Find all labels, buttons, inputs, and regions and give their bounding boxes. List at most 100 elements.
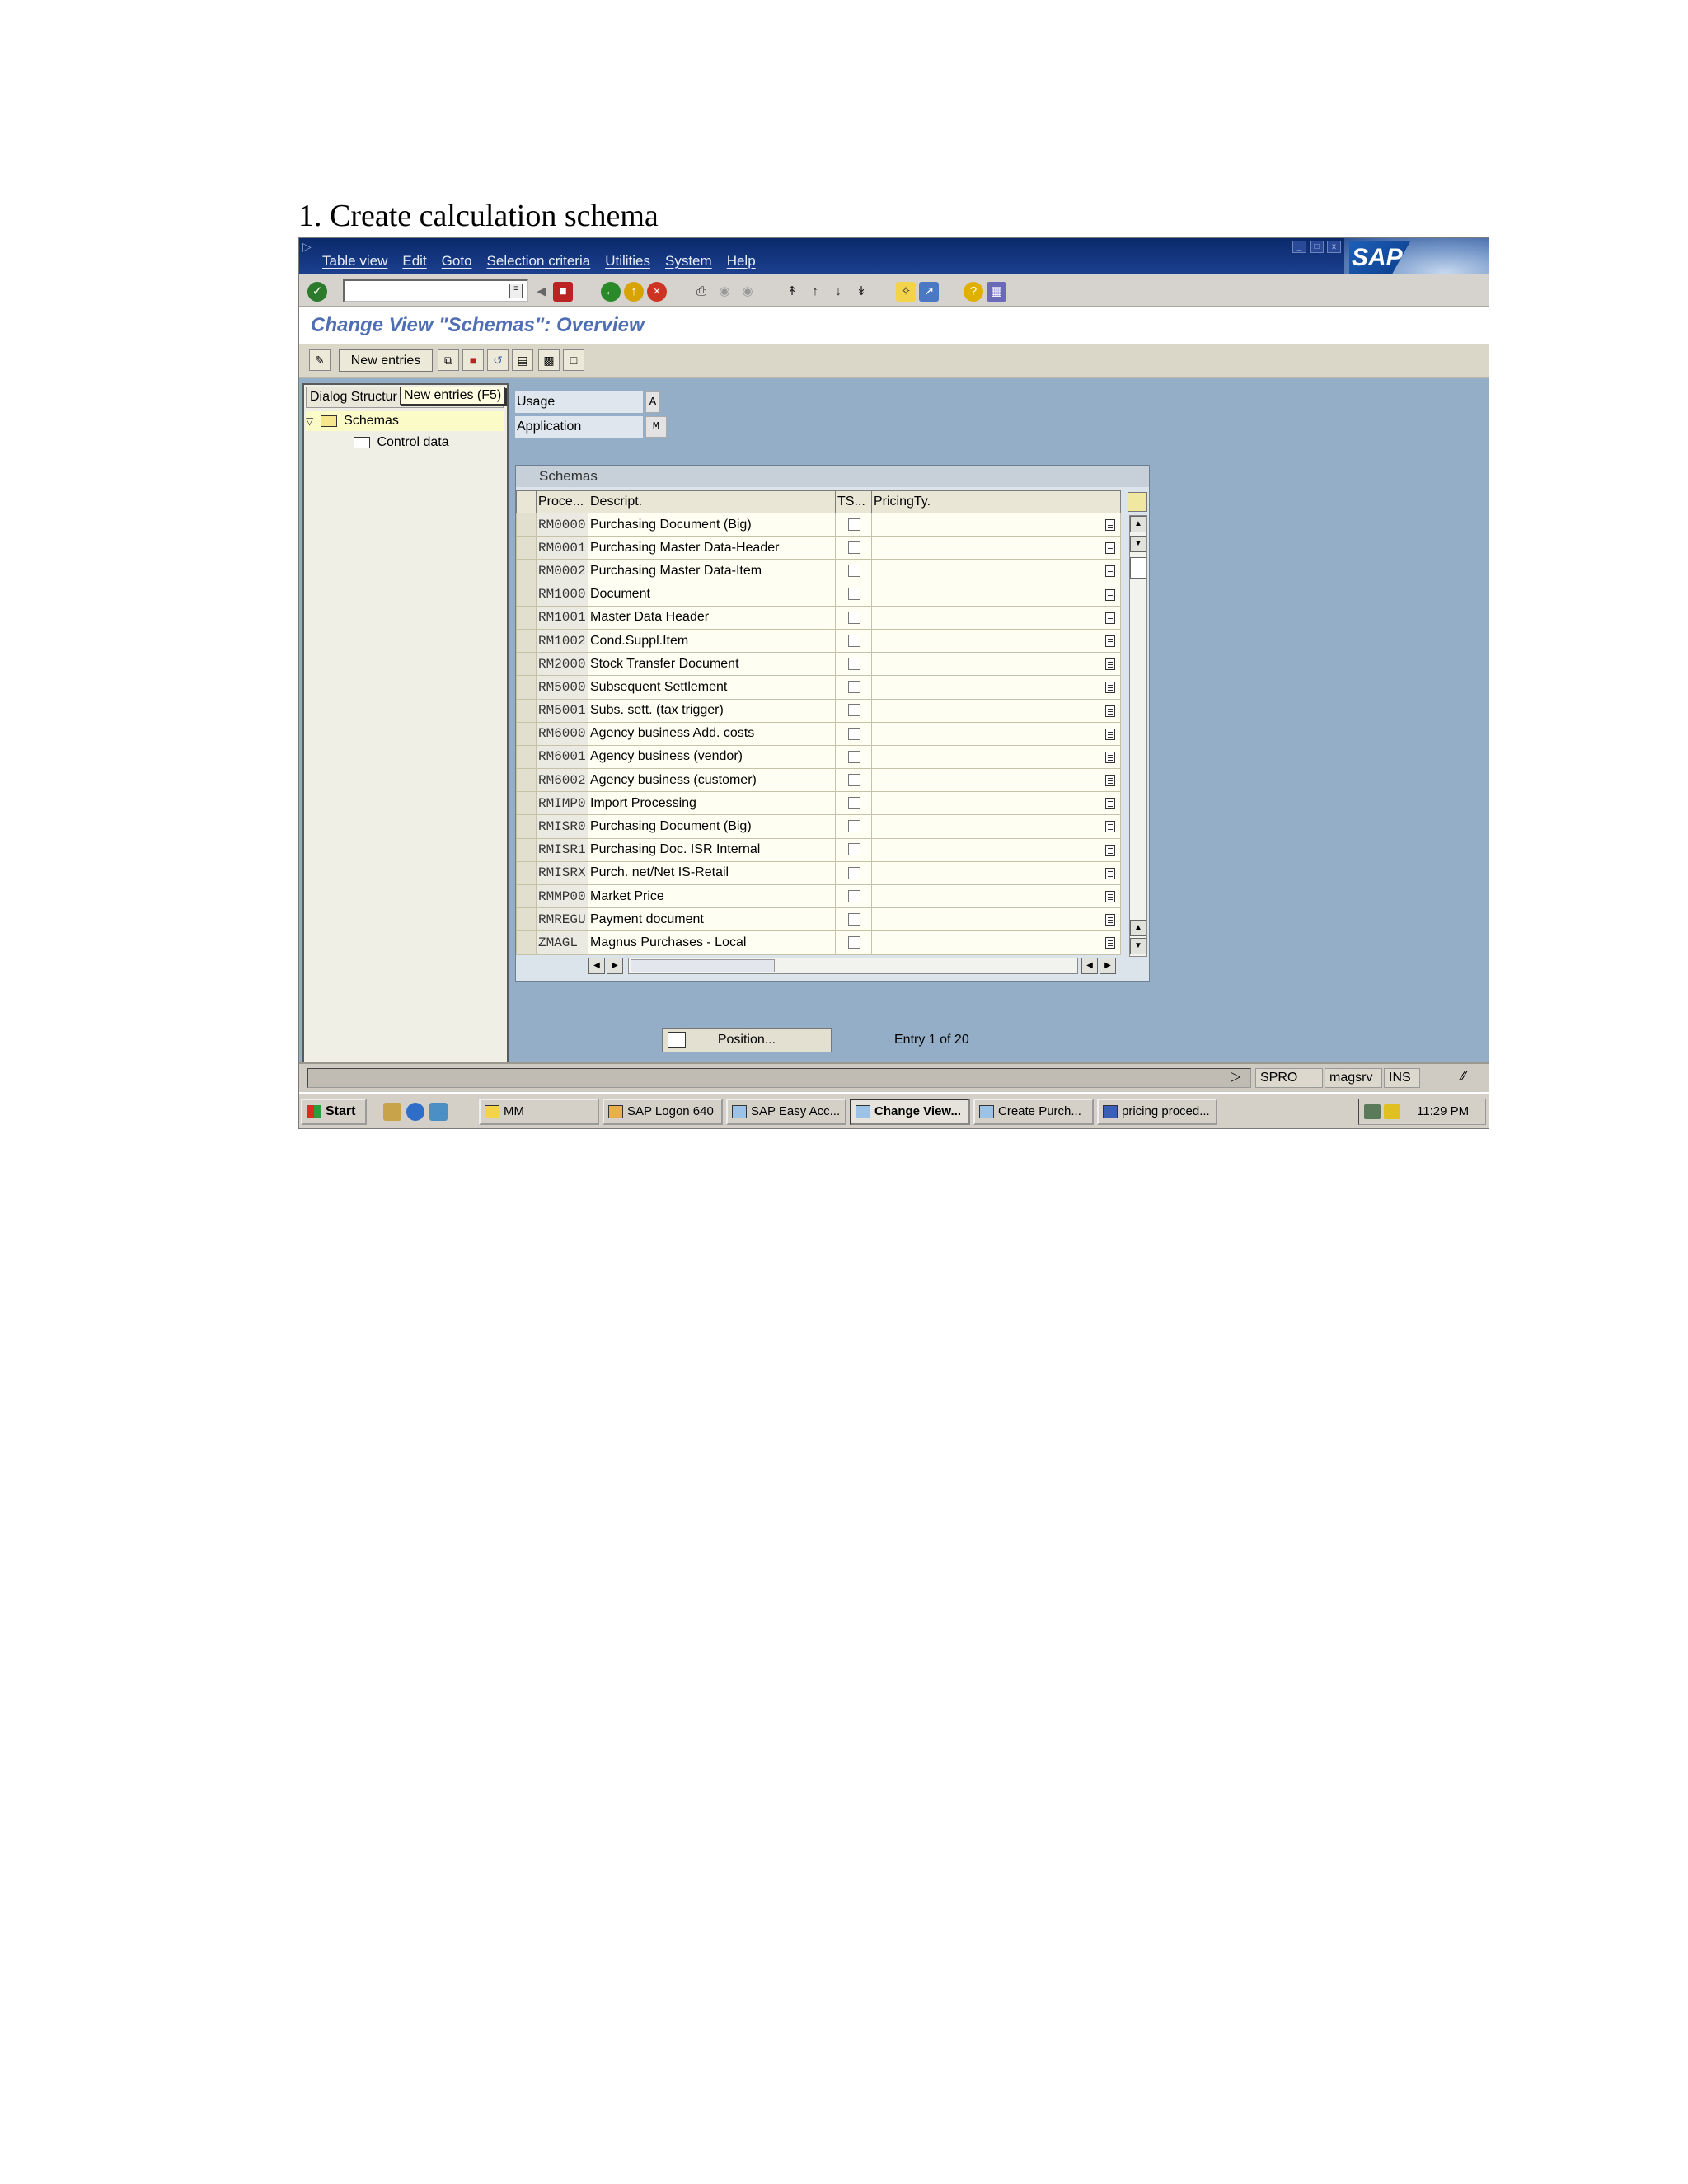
ts-cell[interactable] bbox=[835, 721, 872, 746]
table-row[interactable]: RMISR0 Purchasing Document (Big) bbox=[516, 814, 1121, 839]
procedure-cell[interactable]: RMREGU bbox=[536, 907, 588, 932]
column-header-ts[interactable]: TS... bbox=[835, 490, 872, 513]
ts-cell[interactable] bbox=[835, 883, 872, 909]
outlook-icon[interactable] bbox=[429, 1103, 448, 1121]
pricing-type-cell[interactable] bbox=[871, 582, 1121, 607]
ts-cell[interactable] bbox=[835, 814, 872, 839]
description-cell[interactable]: Agency business (customer) bbox=[588, 768, 836, 793]
table-row[interactable]: RMMP00 Market Price bbox=[516, 883, 1121, 909]
ts-checkbox[interactable] bbox=[848, 588, 860, 601]
ts-checkbox[interactable] bbox=[848, 634, 860, 647]
find-next-icon[interactable]: ◉ bbox=[738, 282, 757, 302]
ts-cell[interactable] bbox=[835, 512, 872, 537]
ts-checkbox[interactable] bbox=[848, 866, 860, 879]
ts-cell[interactable] bbox=[835, 652, 872, 677]
row-selector[interactable] bbox=[516, 582, 537, 607]
description-cell[interactable]: Payment document bbox=[588, 907, 836, 932]
scroll-right-end-icon[interactable]: ▶ bbox=[1100, 958, 1116, 974]
ts-checkbox[interactable] bbox=[848, 843, 860, 856]
value-help-icon[interactable] bbox=[1105, 612, 1115, 624]
pricing-type-cell[interactable] bbox=[871, 768, 1121, 793]
find-icon[interactable]: ◉ bbox=[715, 282, 734, 302]
table-settings-icon[interactable] bbox=[1128, 492, 1147, 512]
pricing-type-cell[interactable] bbox=[871, 837, 1121, 862]
description-cell[interactable]: Document bbox=[588, 582, 836, 607]
pricing-type-cell[interactable] bbox=[871, 860, 1121, 886]
last-page-icon[interactable]: ↡ bbox=[851, 282, 871, 302]
pricing-type-cell[interactable] bbox=[871, 536, 1121, 560]
print-icon[interactable]: ⎙ bbox=[692, 282, 711, 302]
ts-checkbox[interactable] bbox=[848, 704, 860, 717]
procedure-cell[interactable]: RM5000 bbox=[536, 675, 588, 700]
value-help-icon[interactable] bbox=[1105, 705, 1115, 717]
position-button[interactable]: Position... bbox=[662, 1028, 832, 1052]
command-history-icon[interactable]: ≡ bbox=[509, 284, 523, 298]
ts-cell[interactable] bbox=[835, 744, 872, 770]
description-cell[interactable]: Purch. net/Net IS-Retail bbox=[588, 860, 836, 886]
table-row[interactable]: RMREGU Payment document bbox=[516, 907, 1121, 932]
pricing-type-cell[interactable] bbox=[871, 512, 1121, 537]
scroll-down-icon[interactable]: ▼ bbox=[1130, 536, 1146, 552]
ts-cell[interactable] bbox=[835, 768, 872, 793]
ts-checkbox[interactable] bbox=[848, 820, 860, 833]
ts-cell[interactable] bbox=[835, 907, 872, 932]
ts-cell[interactable] bbox=[835, 675, 872, 700]
deselect-all-icon[interactable]: □ bbox=[563, 349, 584, 371]
pricing-type-cell[interactable] bbox=[871, 744, 1121, 770]
value-help-icon[interactable] bbox=[1105, 542, 1115, 555]
value-help-icon[interactable] bbox=[1105, 728, 1115, 740]
procedure-cell[interactable]: RMISR0 bbox=[536, 814, 588, 839]
table-row[interactable]: RM6000 Agency business Add. costs bbox=[516, 721, 1121, 746]
scroll-bottom-icon[interactable]: ▼ bbox=[1130, 938, 1146, 954]
value-help-icon[interactable] bbox=[1105, 891, 1115, 902]
procedure-cell[interactable]: RMIMP0 bbox=[536, 791, 588, 816]
menu-help[interactable]: Help bbox=[727, 253, 756, 269]
previous-page-icon[interactable]: ↑ bbox=[805, 282, 825, 302]
table-row[interactable]: RM1000 Document bbox=[516, 582, 1121, 607]
description-cell[interactable]: Purchasing Document (Big) bbox=[588, 814, 836, 839]
description-cell[interactable]: Purchasing Doc. ISR Internal bbox=[588, 837, 836, 862]
table-row[interactable]: RM2000 Stock Transfer Document bbox=[516, 652, 1121, 677]
row-selector[interactable] bbox=[516, 698, 537, 723]
column-header-description[interactable]: Descript. bbox=[588, 490, 836, 513]
ts-cell[interactable] bbox=[835, 930, 872, 955]
scroll-top-icon[interactable]: ▲ bbox=[1130, 516, 1146, 532]
minimize-icon[interactable]: _ bbox=[1292, 241, 1306, 253]
tree-node-schemas[interactable]: ▽ Schemas bbox=[306, 411, 504, 431]
pricing-type-cell[interactable] bbox=[871, 907, 1121, 932]
description-cell[interactable]: Master Data Header bbox=[588, 605, 836, 630]
row-selector[interactable] bbox=[516, 930, 537, 955]
ts-cell[interactable] bbox=[835, 582, 872, 607]
ts-checkbox[interactable] bbox=[848, 727, 860, 740]
row-selector[interactable] bbox=[516, 883, 537, 909]
table-row[interactable]: ZMAGL Magnus Purchases - Local bbox=[516, 930, 1121, 955]
row-selector[interactable] bbox=[516, 791, 537, 816]
ts-checkbox[interactable] bbox=[848, 657, 860, 670]
pricing-type-cell[interactable] bbox=[871, 721, 1121, 746]
pricing-type-cell[interactable] bbox=[871, 675, 1121, 700]
status-expand-icon[interactable]: ▷ bbox=[1226, 1068, 1245, 1088]
menu-table-view[interactable]: Table view bbox=[322, 253, 387, 269]
table-row[interactable]: RM1001 Master Data Header bbox=[516, 605, 1121, 630]
ts-cell[interactable] bbox=[835, 837, 872, 862]
column-header-pricing-type[interactable]: PricingTy. bbox=[871, 490, 1121, 513]
description-cell[interactable]: Magnus Purchases - Local bbox=[588, 930, 836, 955]
value-help-icon[interactable] bbox=[1105, 588, 1115, 601]
menu-goto[interactable]: Goto bbox=[442, 253, 472, 269]
procedure-cell[interactable]: RM0001 bbox=[536, 536, 588, 560]
value-help-icon[interactable] bbox=[1105, 658, 1115, 671]
description-cell[interactable]: Purchasing Master Data-Header bbox=[588, 536, 836, 560]
display-change-icon[interactable]: ✎ bbox=[309, 349, 331, 371]
new-entries-button[interactable]: New entries bbox=[339, 349, 433, 372]
create-session-icon[interactable]: ✧ bbox=[896, 282, 916, 302]
table-row[interactable]: RM6002 Agency business (customer) bbox=[516, 768, 1121, 793]
ts-cell[interactable] bbox=[835, 536, 872, 560]
procedure-cell[interactable]: RM0000 bbox=[536, 512, 588, 537]
undo-change-icon[interactable]: ↺ bbox=[487, 349, 509, 371]
table-row[interactable]: RM5001 Subs. sett. (tax trigger) bbox=[516, 698, 1121, 723]
select-all-icon[interactable]: ▤ bbox=[512, 349, 533, 371]
table-row[interactable]: RM5000 Subsequent Settlement bbox=[516, 675, 1121, 700]
scroll-up-icon[interactable]: ▲ bbox=[1130, 920, 1146, 936]
value-help-icon[interactable] bbox=[1105, 821, 1115, 833]
value-help-icon[interactable] bbox=[1105, 635, 1115, 647]
